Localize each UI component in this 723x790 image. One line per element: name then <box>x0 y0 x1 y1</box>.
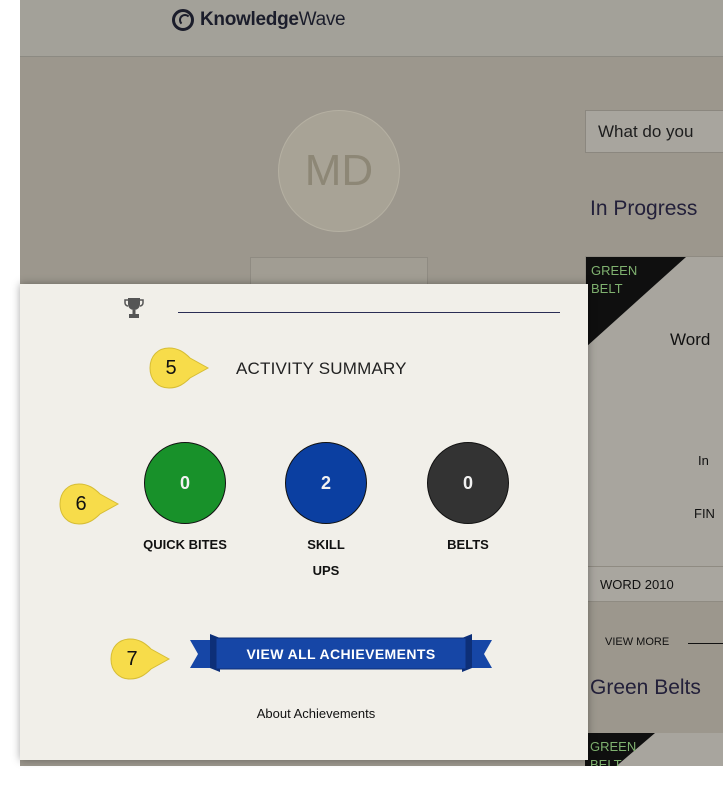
stat-skill-ups[interactable]: 2 SKILL UPS <box>246 442 406 584</box>
green-belts-heading: Green Belts <box>590 676 701 699</box>
course-name: WORD 2010 <box>585 566 723 602</box>
view-more-link[interactable]: VIEW MORE <box>605 636 669 648</box>
divider <box>688 643 723 644</box>
stat-belts[interactable]: 0 BELTS <box>388 442 548 558</box>
about-achievements-link[interactable]: About Achievements <box>20 706 588 721</box>
callout-7: 7 <box>109 638 171 680</box>
search-input[interactable]: What do you <box>585 110 723 153</box>
view-all-achievements-label: VIEW ALL ACHIEVEMENTS <box>246 645 436 662</box>
panel-title: ACTIVITY SUMMARY <box>236 359 407 378</box>
callout-number: 5 <box>165 356 177 379</box>
belt-badge: GREEN BELT <box>591 263 638 296</box>
quick-bites-label: QUICK BITES <box>143 537 227 552</box>
skill-ups-label: SKILL UPS <box>307 537 345 578</box>
logo-text: KnowledgeWave <box>200 9 346 30</box>
course-finish: FIN <box>694 506 715 521</box>
callout-number: 6 <box>75 492 87 515</box>
callout-6: 6 <box>58 483 120 525</box>
panel-divider <box>178 312 560 313</box>
callout-number: 7 <box>126 647 138 670</box>
top-bar: KnowledgeWave <box>20 0 723 57</box>
course-card[interactable]: GREEN BELT Word In FIN <box>585 256 723 568</box>
course-status: In <box>698 453 709 468</box>
callout-5: 5 <box>148 347 210 389</box>
skill-ups-count: 2 <box>285 442 367 524</box>
stat-quick-bites[interactable]: 0 QUICK BITES <box>105 442 265 558</box>
course-card-2[interactable]: GREEN BELT <box>585 733 723 766</box>
trophy-icon <box>124 298 144 318</box>
quick-bites-count: 0 <box>144 442 226 524</box>
in-progress-heading: In Progress <box>590 197 698 220</box>
knowledgewave-logo[interactable]: KnowledgeWave <box>172 6 346 34</box>
avatar-initials: MD <box>304 146 374 195</box>
logo-icon <box>172 9 194 31</box>
belts-label: BELTS <box>447 537 489 552</box>
avatar[interactable]: MD <box>278 110 400 232</box>
belt-badge: GREEN BELT <box>590 739 637 766</box>
view-all-achievements-button[interactable]: VIEW ALL ACHIEVEMENTS <box>190 634 492 674</box>
course-title: Word <box>670 330 711 349</box>
belts-count: 0 <box>427 442 509 524</box>
